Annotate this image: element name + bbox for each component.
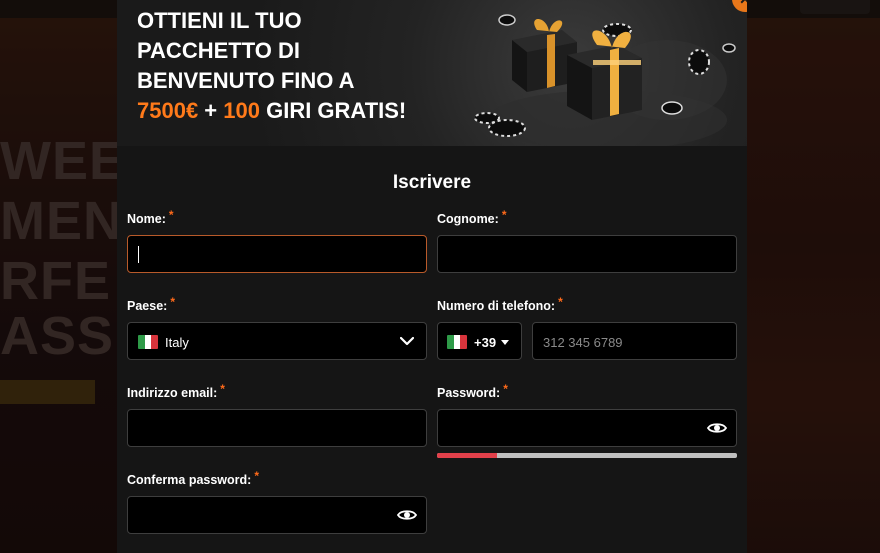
promo-plus: + (198, 98, 224, 123)
promo-line-4: 7500€ + 100 GIRI GRATIS! (137, 96, 467, 126)
required-mark: * (503, 382, 508, 396)
promo-headline: OTTIENI IL TUO PACCHETTO DI BENVENUTO FI… (137, 6, 467, 126)
last-name-label: Cognome: * (437, 208, 506, 226)
password-strength-fill (437, 453, 497, 458)
signup-modal: OTTIENI IL TUO PACCHETTO DI BENVENUTO FI… (117, 0, 747, 553)
eye-icon[interactable] (707, 421, 727, 435)
email-field[interactable] (127, 409, 427, 447)
promo-line-2: PACCHETTO DI (137, 38, 300, 63)
confirm-password-label-text: Conferma password: (127, 473, 252, 487)
italy-flag-icon (447, 335, 467, 349)
password-label-text: Password: (437, 386, 501, 400)
email-label-text: Indirizzo email: (127, 386, 218, 400)
promo-line-1: OTTIENI IL TUO (137, 8, 302, 33)
country-select[interactable]: Italy (127, 322, 427, 360)
phone-label: Numero di telefono: * (437, 295, 563, 313)
country-label: Paese: * (127, 295, 175, 313)
password-label: Password: * (437, 382, 508, 400)
required-mark: * (558, 295, 563, 309)
phone-label-text: Numero di telefono: (437, 299, 556, 313)
first-name-label: Nome: * (127, 208, 174, 226)
required-mark: * (254, 469, 260, 483)
country-label-text: Paese: (127, 299, 168, 313)
promo-spins-suffix: GIRI GRATIS! (259, 98, 407, 123)
italy-flag-icon (138, 335, 158, 349)
required-mark: * (220, 382, 225, 396)
required-mark: * (170, 295, 175, 309)
last-name-field[interactable] (437, 235, 737, 273)
phone-prefix-value: +39 (474, 335, 497, 350)
gift-boxes-illustration (474, 14, 736, 146)
phone-prefix-select[interactable]: +39 (437, 322, 522, 360)
eye-icon[interactable] (397, 508, 417, 522)
caret-down-icon (501, 340, 509, 345)
phone-number-field[interactable]: 312 345 6789 (532, 322, 737, 360)
text-caret (138, 246, 139, 263)
email-label: Indirizzo email: * (127, 382, 225, 400)
password-strength-bar (437, 453, 737, 458)
chevron-down-icon (400, 336, 414, 346)
promo-amount: 7500€ (137, 98, 199, 123)
last-name-label-text: Cognome: (437, 212, 499, 226)
first-name-field[interactable] (127, 235, 427, 273)
promo-line-3: BENVENUTO FINO A (137, 68, 355, 93)
promo-spins: 100 (223, 98, 260, 123)
confirm-password-field[interactable] (127, 496, 427, 534)
gift-box-icon (567, 30, 642, 120)
required-mark: * (168, 208, 174, 222)
confirm-password-label: Conferma password: * (127, 469, 259, 487)
password-field[interactable] (437, 409, 737, 447)
promo-banner: OTTIENI IL TUO PACCHETTO DI BENVENUTO FI… (117, 0, 747, 146)
country-value: Italy (165, 335, 189, 350)
first-name-label-text: Nome: (127, 212, 166, 226)
phone-placeholder: 312 345 6789 (543, 335, 623, 350)
required-mark: * (501, 208, 507, 222)
form-title: Iscrivere (392, 172, 472, 193)
